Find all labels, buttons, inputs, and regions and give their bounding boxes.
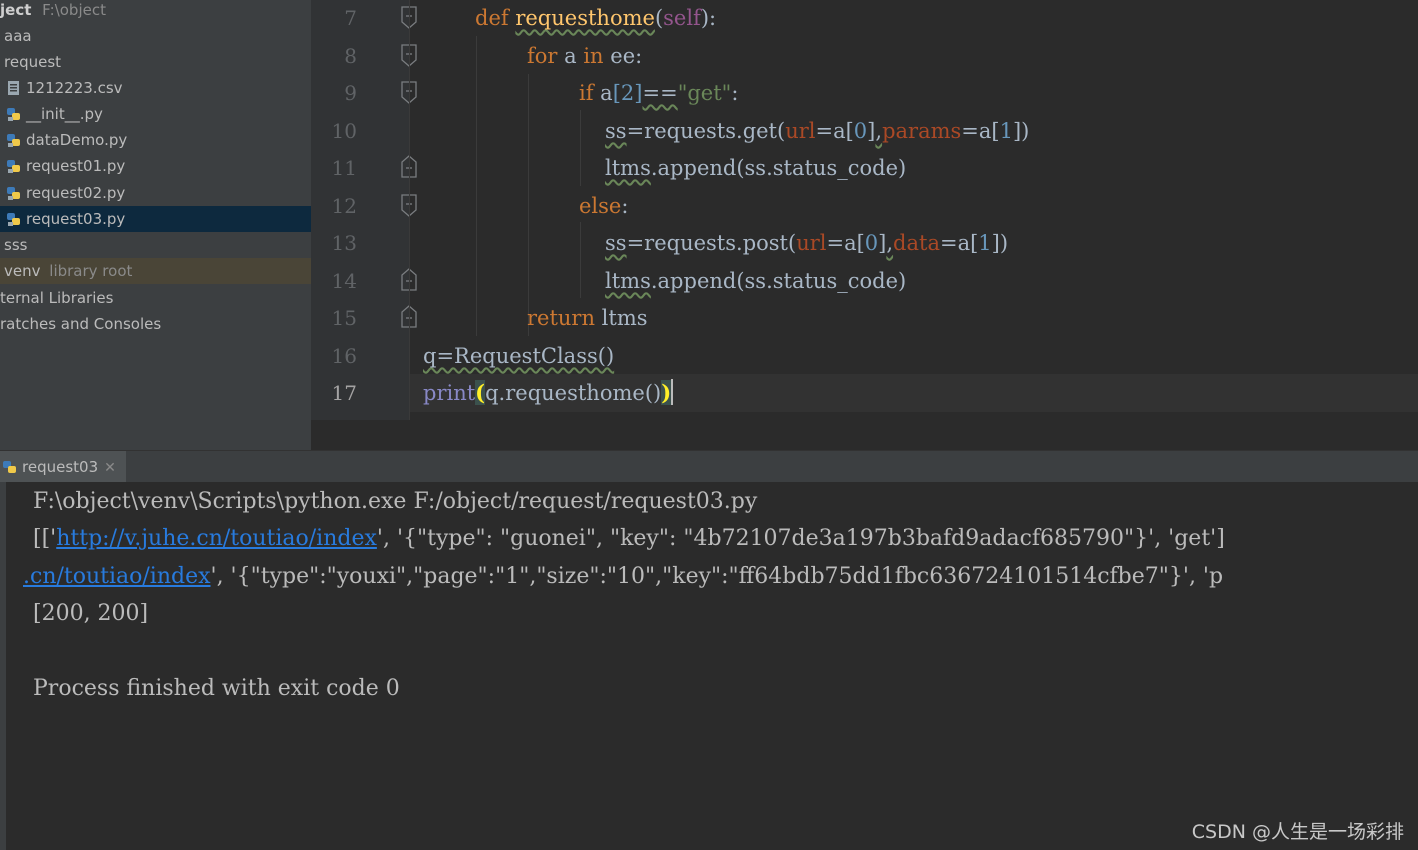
console-line-exit: Process finished with exit code 0 <box>33 676 400 701</box>
tree-item-label: request01.py <box>26 157 126 175</box>
tree-item-label: request02.py <box>26 184 126 202</box>
code-line-15: return ltms <box>527 306 648 330</box>
matched-bracket: ( <box>475 380 486 405</box>
tree-item-scratches-consoles[interactable]: ratches and Consoles <box>0 311 311 337</box>
python-run-icon <box>3 461 16 473</box>
run-console[interactable]: F:\object\venv\Scripts\python.exe F:/obj… <box>0 482 1418 850</box>
indent-guide <box>580 222 581 298</box>
code-line-13: ss=requests.post(url=a[0],data=a[1]) <box>605 231 1009 255</box>
line-number-current: 17 <box>331 381 357 405</box>
line-number: 16 <box>331 344 357 368</box>
python-file-icon <box>7 160 20 173</box>
line-number: 13 <box>331 231 357 255</box>
line-number: 11 <box>331 156 357 180</box>
tree-item-aaa[interactable]: aaa <box>0 23 315 49</box>
tree-item-label: aaa <box>4 27 32 45</box>
editor-empty-area <box>311 420 1418 450</box>
tree-item-label: 1212223.csv <box>26 79 123 97</box>
line-number: 7 <box>344 6 357 30</box>
tree-item-label: sss <box>4 236 28 254</box>
tree-item-request03-py[interactable]: request03.py <box>0 206 317 232</box>
tree-item-label: request <box>4 53 62 71</box>
code-line-7: def requesthome(self): <box>475 6 717 30</box>
tree-item-venv[interactable]: venv library root <box>0 258 315 284</box>
project-path: F:\object <box>42 1 106 19</box>
csv-file-icon <box>8 81 19 95</box>
code-line-11: ltms.append(ss.status_code) <box>605 156 907 180</box>
tree-item-label: venv <box>4 262 41 280</box>
python-file-icon <box>7 213 20 226</box>
project-root-row[interactable]: ject F:\object <box>0 0 311 23</box>
project-tool-window: ject F:\object aaa request 1212223.csv _… <box>0 0 317 450</box>
text-caret <box>671 379 674 405</box>
editor-gutter: 7 8 9 10 11 12 13 14 15 16 17 <box>311 0 409 420</box>
tree-item-request01-py[interactable]: request01.py <box>0 153 317 179</box>
indent-guide <box>476 36 477 336</box>
code-line-8: for a in ee: <box>527 44 643 68</box>
tree-item-label: ratches and Consoles <box>0 315 162 333</box>
line-number: 14 <box>331 269 357 293</box>
project-title: ject <box>0 1 32 19</box>
console-line-output-2: .cn/toutiao/index', '{"type":"youxi","pa… <box>23 564 1224 589</box>
run-tab-request03[interactable]: request03 ✕ <box>0 451 126 483</box>
tree-item-secondary: library root <box>49 262 133 280</box>
console-line-result: [200, 200] <box>33 601 149 626</box>
code-line-14: ltms.append(ss.status_code) <box>605 269 907 293</box>
python-file-icon <box>7 187 20 200</box>
code-line-10: ss=requests.get(url=a[0],params=a[1]) <box>605 119 1030 143</box>
matched-bracket: ) <box>661 380 672 405</box>
tree-item-csv[interactable]: 1212223.csv <box>0 75 317 101</box>
code-line-9: if a[2]=="get": <box>579 81 739 105</box>
watermark-text: CSDN @人生是一场彩排 <box>1191 821 1404 843</box>
console-line-output-1: [['http://v.juhe.cn/toutiao/index', '{"t… <box>33 526 1225 551</box>
tree-item-label: dataDemo.py <box>26 131 128 149</box>
tree-item-request02-py[interactable]: request02.py <box>0 180 317 206</box>
line-number: 10 <box>331 119 357 143</box>
tree-item-label: ternal Libraries <box>0 289 114 307</box>
line-number: 8 <box>344 44 357 68</box>
indent-guide <box>580 110 581 186</box>
run-tab-label: request03 <box>22 458 99 476</box>
tree-item-datademo-py[interactable]: dataDemo.py <box>0 127 317 153</box>
console-url-link[interactable]: http://v.juhe.cn/toutiao/index <box>56 526 377 551</box>
tree-item-external-libraries[interactable]: ternal Libraries <box>0 285 311 311</box>
line-number: 12 <box>331 194 357 218</box>
code-editor[interactable]: def requesthome(self): for a in ee: if a… <box>409 0 1418 420</box>
line-number: 15 <box>331 306 357 330</box>
close-icon[interactable]: ✕ <box>104 460 116 476</box>
tree-item-request[interactable]: request <box>0 49 315 75</box>
python-file-icon <box>7 108 20 121</box>
run-tool-window-header: request03 ✕ <box>0 450 1418 483</box>
indent-guide <box>528 74 529 336</box>
console-url-link[interactable]: .cn/toutiao/index <box>23 564 211 589</box>
line-number: 9 <box>344 81 357 105</box>
code-line-16: q=RequestClass() <box>423 344 615 368</box>
tree-item-label: request03.py <box>26 210 126 228</box>
code-line-17: print(q.requesthome()) <box>423 379 674 405</box>
code-line-12: else: <box>579 194 629 218</box>
python-file-icon <box>7 134 20 147</box>
tree-item-init-py[interactable]: __init__.py <box>0 101 317 127</box>
tree-item-label: __init__.py <box>26 105 103 123</box>
console-line-command: F:\object\venv\Scripts\python.exe F:/obj… <box>33 489 758 514</box>
tree-item-sss[interactable]: sss <box>0 232 315 258</box>
